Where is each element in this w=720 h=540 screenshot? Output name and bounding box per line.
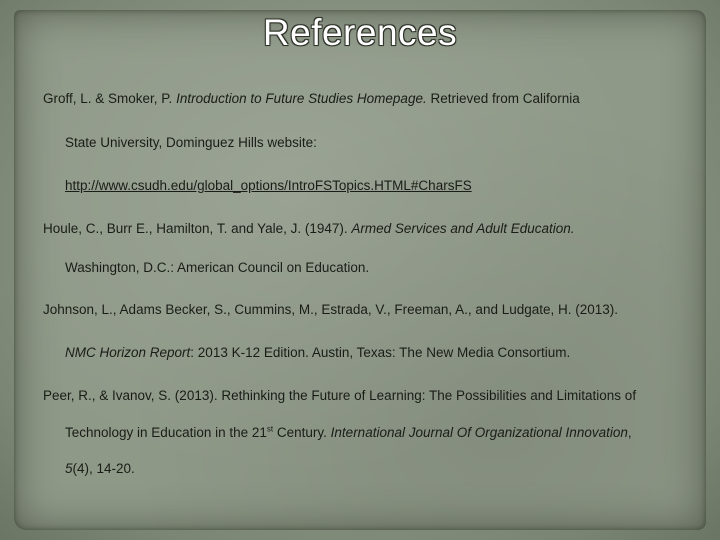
reference-3-title: NMC Horizon Report [65,345,191,360]
reference-1-title: Introduction to Future Studies Homepage. [176,91,427,106]
reference-4-volume: 5 [65,461,73,476]
reference-1-link[interactable]: http://www.csudh.edu/global_options/Intr… [65,178,472,193]
reference-1-line-3: http://www.csudh.edu/global_options/Intr… [65,178,472,193]
reference-2-line-2: Washington, D.C.: American Council on Ed… [65,260,370,275]
reference-4-title-start: Technology in Education in the 21 [65,425,267,440]
reference-4-line-3: 5(4), 14-20. [65,461,135,476]
reference-1-retrieved: Retrieved from California [426,91,580,106]
reference-4-title-end: Century. [273,425,331,440]
reference-4-line-1: Peer, R., & Ivanov, S. (2013). Rethinkin… [43,388,637,403]
reference-3-details: : 2013 K-12 Edition. Austin, Texas: The … [190,345,571,360]
reference-2-authors: Houle, C., Burr E., Hamilton, T. and Yal… [43,221,352,236]
reference-4-line-2: Technology in Education in the 21st Cent… [65,425,632,440]
reference-2-title: Armed Services and Adult Education. [351,221,575,236]
reference-4-comma: , [627,425,632,440]
reference-1-line-1: Groff, L. & Smoker, P. Introduction to F… [43,91,580,106]
slide: References Groff, L. & Smoker, P. Introd… [0,0,720,540]
reference-4-journal: International Journal Of Organizational … [330,425,628,440]
reference-1-authors: Groff, L. & Smoker, P. [43,91,177,106]
reference-3-line-1: Johnson, L., Adams Becker, S., Cummins, … [43,302,619,317]
reference-4-issue-pages: (4), 14-20. [72,461,135,476]
slide-title: References [262,12,458,53]
reference-1-line-2: State University, Dominguez Hills websit… [65,135,317,150]
reference-2-line-1: Houle, C., Burr E., Hamilton, T. and Yal… [43,221,575,236]
reference-3-line-2: NMC Horizon Report: 2013 K-12 Edition. A… [65,345,570,360]
